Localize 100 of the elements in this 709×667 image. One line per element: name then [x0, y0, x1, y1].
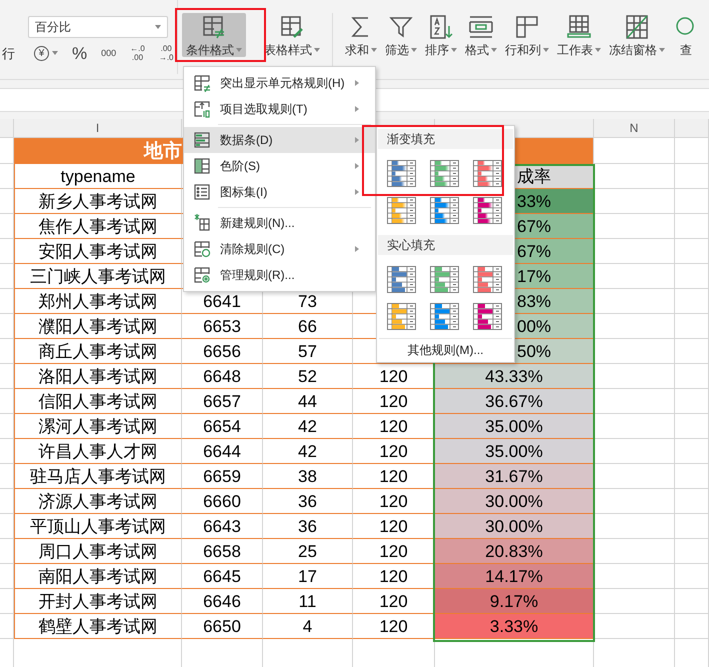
table-cell: 6654	[182, 414, 263, 439]
list-icon	[193, 183, 211, 201]
ribbon-button[interactable]: 查	[669, 13, 703, 57]
table-cell: 郑州人事考试网	[14, 289, 182, 314]
empty-cell	[0, 464, 14, 489]
table-cell: 36	[263, 489, 353, 514]
worksheet-icon	[566, 14, 592, 40]
table-cell: 6653	[182, 314, 263, 339]
submenu-arrow-icon	[355, 189, 359, 195]
menu-item[interactable]: 管理规则(R)...	[184, 262, 375, 288]
table-cell: 52	[263, 364, 353, 389]
empty-cell	[675, 389, 709, 414]
ribbon-button[interactable]: 冻结窗格	[605, 13, 669, 57]
conditional-format-icon	[201, 14, 227, 40]
caret-icon	[491, 48, 497, 52]
caret-icon	[659, 48, 665, 52]
table-cell: 6658	[182, 539, 263, 564]
data-bar-swatch[interactable]	[430, 303, 459, 330]
data-bar-swatch[interactable]	[430, 197, 459, 224]
menu-item[interactable]: 项目选取规则(T)	[184, 96, 375, 122]
data-bar-swatch[interactable]	[387, 266, 416, 293]
empty-cell	[0, 489, 14, 514]
data-bar-swatch[interactable]	[473, 160, 502, 187]
ribbon-button[interactable]: 排序	[421, 13, 461, 57]
thousands-separator-button[interactable]: 000	[101, 48, 116, 58]
table-cell: 6645	[182, 564, 263, 589]
empty-cell	[675, 214, 709, 239]
data-bar-swatch[interactable]	[387, 197, 416, 224]
rate-cell: 30.00%	[435, 514, 594, 539]
data-bar-swatch[interactable]	[430, 160, 459, 187]
empty-cell	[0, 389, 14, 414]
table-cell: 开封人事考试网	[14, 589, 182, 614]
table-cell: 焦作人事考试网	[14, 214, 182, 239]
data-bar-swatch[interactable]	[473, 303, 502, 330]
empty-cell	[675, 164, 709, 189]
empty-cell	[675, 189, 709, 214]
data-bar-swatch[interactable]	[387, 160, 416, 187]
empty-cell	[0, 614, 14, 639]
caret-icon	[371, 48, 377, 52]
empty-cell	[675, 589, 709, 614]
table-cell: 66	[263, 314, 353, 339]
empty-cell	[0, 314, 14, 339]
table-cell: 44	[263, 389, 353, 414]
empty-cell	[0, 289, 14, 314]
empty-cell	[675, 439, 709, 464]
percent-button[interactable]: %	[72, 44, 88, 62]
empty-cell	[675, 614, 709, 639]
format-icon	[468, 14, 494, 40]
ribbon-button[interactable]: 筛选	[381, 13, 421, 57]
decimal-places-button[interactable]: ←.0 .00	[130, 44, 145, 62]
table-cell: 57	[263, 339, 353, 364]
ribbon-button[interactable]: 格式	[461, 13, 501, 57]
number-format-dropdown[interactable]: 百分比	[28, 16, 168, 38]
ribbon-button[interactable]: 条件格式	[182, 13, 246, 57]
menu-item[interactable]: 突出显示单元格规则(H)	[184, 70, 375, 96]
table-cell: 驻马店人事考试网	[14, 464, 182, 489]
empty-cell	[675, 264, 709, 289]
data-bar-swatch[interactable]	[387, 303, 416, 330]
data-bar-swatch[interactable]	[473, 266, 502, 293]
table-cell: 6657	[182, 389, 263, 414]
menu-item[interactable]: 新建规则(N)...	[184, 210, 375, 236]
ribbon-button[interactable]: 求和	[341, 13, 381, 57]
decimal-places-button[interactable]: .00 →.0	[158, 44, 174, 62]
empty-cell	[675, 564, 709, 589]
column-header[interactable]: N	[594, 119, 675, 138]
wrap-text-label[interactable]: 行	[2, 44, 15, 64]
empty-cell	[0, 589, 14, 614]
table-cell: 鹤壁人事考试网	[14, 614, 182, 639]
table-cell: 6656	[182, 339, 263, 364]
table-cell: 6659	[182, 464, 263, 489]
table-cell: 6650	[182, 614, 263, 639]
empty-cell	[675, 289, 709, 314]
new-rule-icon	[193, 214, 211, 232]
rate-cell: 30.00%	[435, 489, 594, 514]
data-bar-swatch[interactable]	[430, 266, 459, 293]
data-bar-swatch[interactable]	[473, 197, 502, 224]
empty-cell	[675, 414, 709, 439]
empty-cell	[0, 264, 14, 289]
table-cell: 38	[263, 464, 353, 489]
ribbon-button[interactable]: 行和列	[501, 13, 553, 57]
rate-cell: 9.17%	[435, 589, 594, 614]
empty-cell	[0, 364, 14, 389]
menu-item[interactable]: 清除规则(C)	[184, 236, 375, 262]
empty-cell	[675, 339, 709, 364]
menu-item[interactable]: 数据条(D)	[184, 127, 375, 153]
rate-cell: 35.00%	[435, 439, 594, 464]
clear-rules-icon	[193, 240, 211, 258]
empty-cell	[0, 214, 14, 239]
table-cell: 南阳人事考试网	[14, 564, 182, 589]
rate-cell: 20.83%	[435, 539, 594, 564]
empty-cell	[0, 414, 14, 439]
table-cell: 42	[263, 414, 353, 439]
empty-cell	[675, 514, 709, 539]
sort-icon	[428, 14, 454, 40]
table-cell: 42	[263, 439, 353, 464]
menu-item[interactable]: 图标集(I)	[184, 179, 375, 205]
table-style-icon	[279, 14, 305, 40]
empty-cell	[675, 138, 709, 164]
rate-cell: 36.67%	[435, 389, 594, 414]
ribbon-button[interactable]: 工作表	[553, 13, 605, 57]
